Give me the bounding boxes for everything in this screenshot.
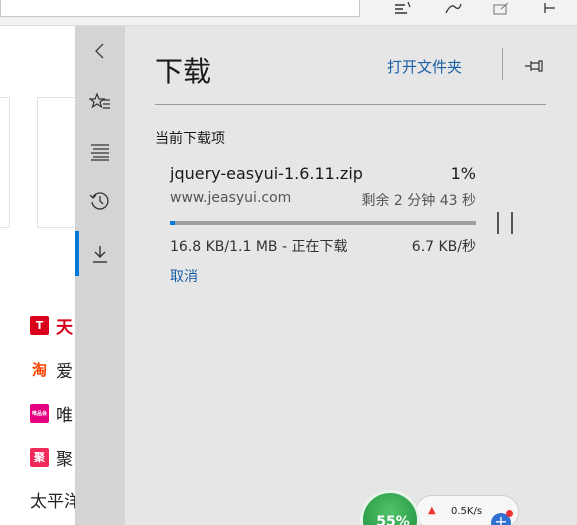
header-separator [155,104,546,105]
juhuasuan-icon: 聚 [30,447,49,467]
browser-toolbar [0,0,577,26]
share-icon[interactable] [490,1,512,19]
widget-speed: 0.5K/s [451,506,483,517]
site-link-aitaobao[interactable]: 淘 爱 [30,358,73,382]
history-button[interactable] [75,181,125,221]
download-percent: 1% [450,164,476,183]
pin-icon [525,60,543,72]
browser-window: T 天 淘 爱 唯品会 唯 聚 聚 太平洋 下载 打开文件夹 当前下载项 jqu… [0,0,577,525]
download-filename[interactable]: jquery-easyui-1.6.11.zip [170,164,363,183]
header-divider [502,48,503,80]
reading-list-icon [91,144,109,161]
pen-icon[interactable] [442,1,464,19]
notification-dot [506,510,513,517]
site-label: 唯 [56,405,73,426]
panel-title: 下载 [155,55,212,88]
reading-list-button[interactable] [75,132,125,172]
site-link-vip[interactable]: 唯品会 唯 [30,402,73,426]
pause-download-button[interactable] [497,212,513,234]
upload-arrow-icon: ▲ [428,505,436,516]
tmall-icon: T [30,315,49,335]
hub-rail [75,26,125,525]
site-label: 爱 [56,361,73,382]
site-link-pconline[interactable]: 太平洋 [30,488,81,512]
site-link-tmall[interactable]: T 天 [30,314,73,338]
vip-icon: 唯品会 [30,403,49,423]
downloads-panel: 下载 打开文件夹 当前下载项 jquery-easyui-1.6.11.zip … [125,26,577,525]
pause-icon [497,212,499,234]
chevron-left-icon [95,43,104,59]
current-downloads-heading: 当前下载项 [155,131,225,147]
address-bar[interactable] [0,0,360,17]
site-label: 太平洋 [30,491,81,512]
pin-panel-button[interactable] [523,56,547,76]
download-icon [93,245,107,263]
site-label: 聚 [56,449,73,470]
download-time-remaining: 剩余 2 分钟 43 秒 [361,193,476,209]
favorites-button[interactable] [75,82,125,122]
download-size-status: 16.8 KB/1.1 MB - 正在下载 [170,239,348,255]
download-source-site: www.jeasyui.com [170,190,292,206]
memory-ball[interactable]: 55% [360,490,420,525]
cancel-download-link[interactable]: 取消 [170,266,198,286]
taobao-icon: 淘 [30,359,49,379]
favorites-bar-icon[interactable] [392,1,414,19]
download-progress-fill [170,221,175,225]
network-speed-widget[interactable]: ▲ 0.5K/s + 55% [360,490,520,525]
history-icon [89,192,109,210]
favorites-icon [89,92,110,109]
content-card[interactable] [0,97,10,228]
widget-pill: ▲ 0.5K/s + [415,495,519,525]
settings-more-icon[interactable] [540,1,562,19]
memory-percent: 55% [376,514,410,525]
open-folder-link[interactable]: 打开文件夹 [387,56,462,77]
site-label: 天 [56,317,73,338]
download-progress-bar [170,221,476,225]
download-speed: 6.7 KB/秒 [411,239,476,255]
collapse-panel-button[interactable] [75,31,125,71]
site-link-juhuasuan[interactable]: 聚 聚 [30,446,73,470]
downloads-button[interactable] [75,231,125,276]
